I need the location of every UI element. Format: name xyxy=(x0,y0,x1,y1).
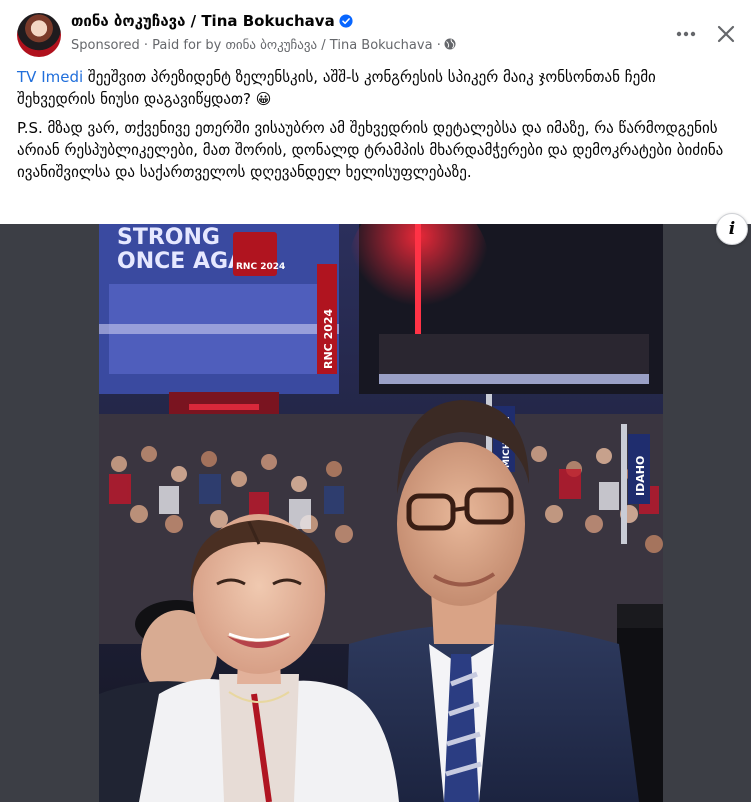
photo-illustration: STRONG ONCE AGAIN RNC 2024 RNC 2024 IDAH… xyxy=(99,224,663,802)
more-options-button[interactable] xyxy=(672,22,700,46)
close-button[interactable] xyxy=(712,20,740,48)
paid-for-label[interactable]: Paid for by თინა ბოკუჩავა / Tina Bokucha… xyxy=(152,38,432,53)
verified-badge-icon xyxy=(339,14,353,28)
separator-dot: · xyxy=(143,38,149,53)
page-name-link[interactable]: თინა ბოკუჩავა / Tina Bokuchava xyxy=(71,12,335,30)
globe-icon[interactable] xyxy=(444,38,456,50)
info-icon: i xyxy=(728,219,736,239)
rnc-badge-text: RNC 2024 xyxy=(236,262,285,272)
page-name-line: თინა ბოკუჩავა / Tina Bokuchava xyxy=(71,12,353,30)
idaho-sign-text: IDAHO xyxy=(634,456,647,496)
post-media[interactable]: STRONG ONCE AGAIN RNC 2024 RNC 2024 IDAH… xyxy=(0,224,751,802)
post-paragraph-2: P.S. მზად ვარ, თქვენივე ეთერში ვისაუბრო … xyxy=(17,119,724,181)
separator-dot: · xyxy=(436,38,441,53)
page-avatar[interactable] xyxy=(17,13,61,57)
post-header: თინა ბოკუჩავა / Tina Bokuchava Sponsored… xyxy=(0,0,751,66)
post-text: TV Imedi შეეშვით პრეზიდენტ ზელენსკის, აშ… xyxy=(17,66,732,190)
post-paragraph-1: TV Imedi შეეშვით პრეზიდენტ ზელენსკის, აშ… xyxy=(17,66,732,110)
post-paragraph-1-text: შეეშვით პრეზიდენტ ზელენსკის, აშშ-ს კონგრ… xyxy=(17,68,656,108)
tv-imedi-link[interactable]: TV Imedi xyxy=(17,68,83,86)
sponsor-line: Sponsored · Paid for by თინა ბოკუჩავა / … xyxy=(71,38,456,53)
close-icon xyxy=(717,25,735,43)
banner-strong-text: STRONG xyxy=(117,225,220,250)
post-photo[interactable]: STRONG ONCE AGAIN RNC 2024 RNC 2024 IDAH… xyxy=(99,224,663,802)
sponsored-label[interactable]: Sponsored xyxy=(71,38,140,53)
rnc-vertical-text: RNC 2024 xyxy=(322,308,335,369)
info-button[interactable]: i xyxy=(716,213,748,245)
more-options-icon xyxy=(676,31,696,37)
